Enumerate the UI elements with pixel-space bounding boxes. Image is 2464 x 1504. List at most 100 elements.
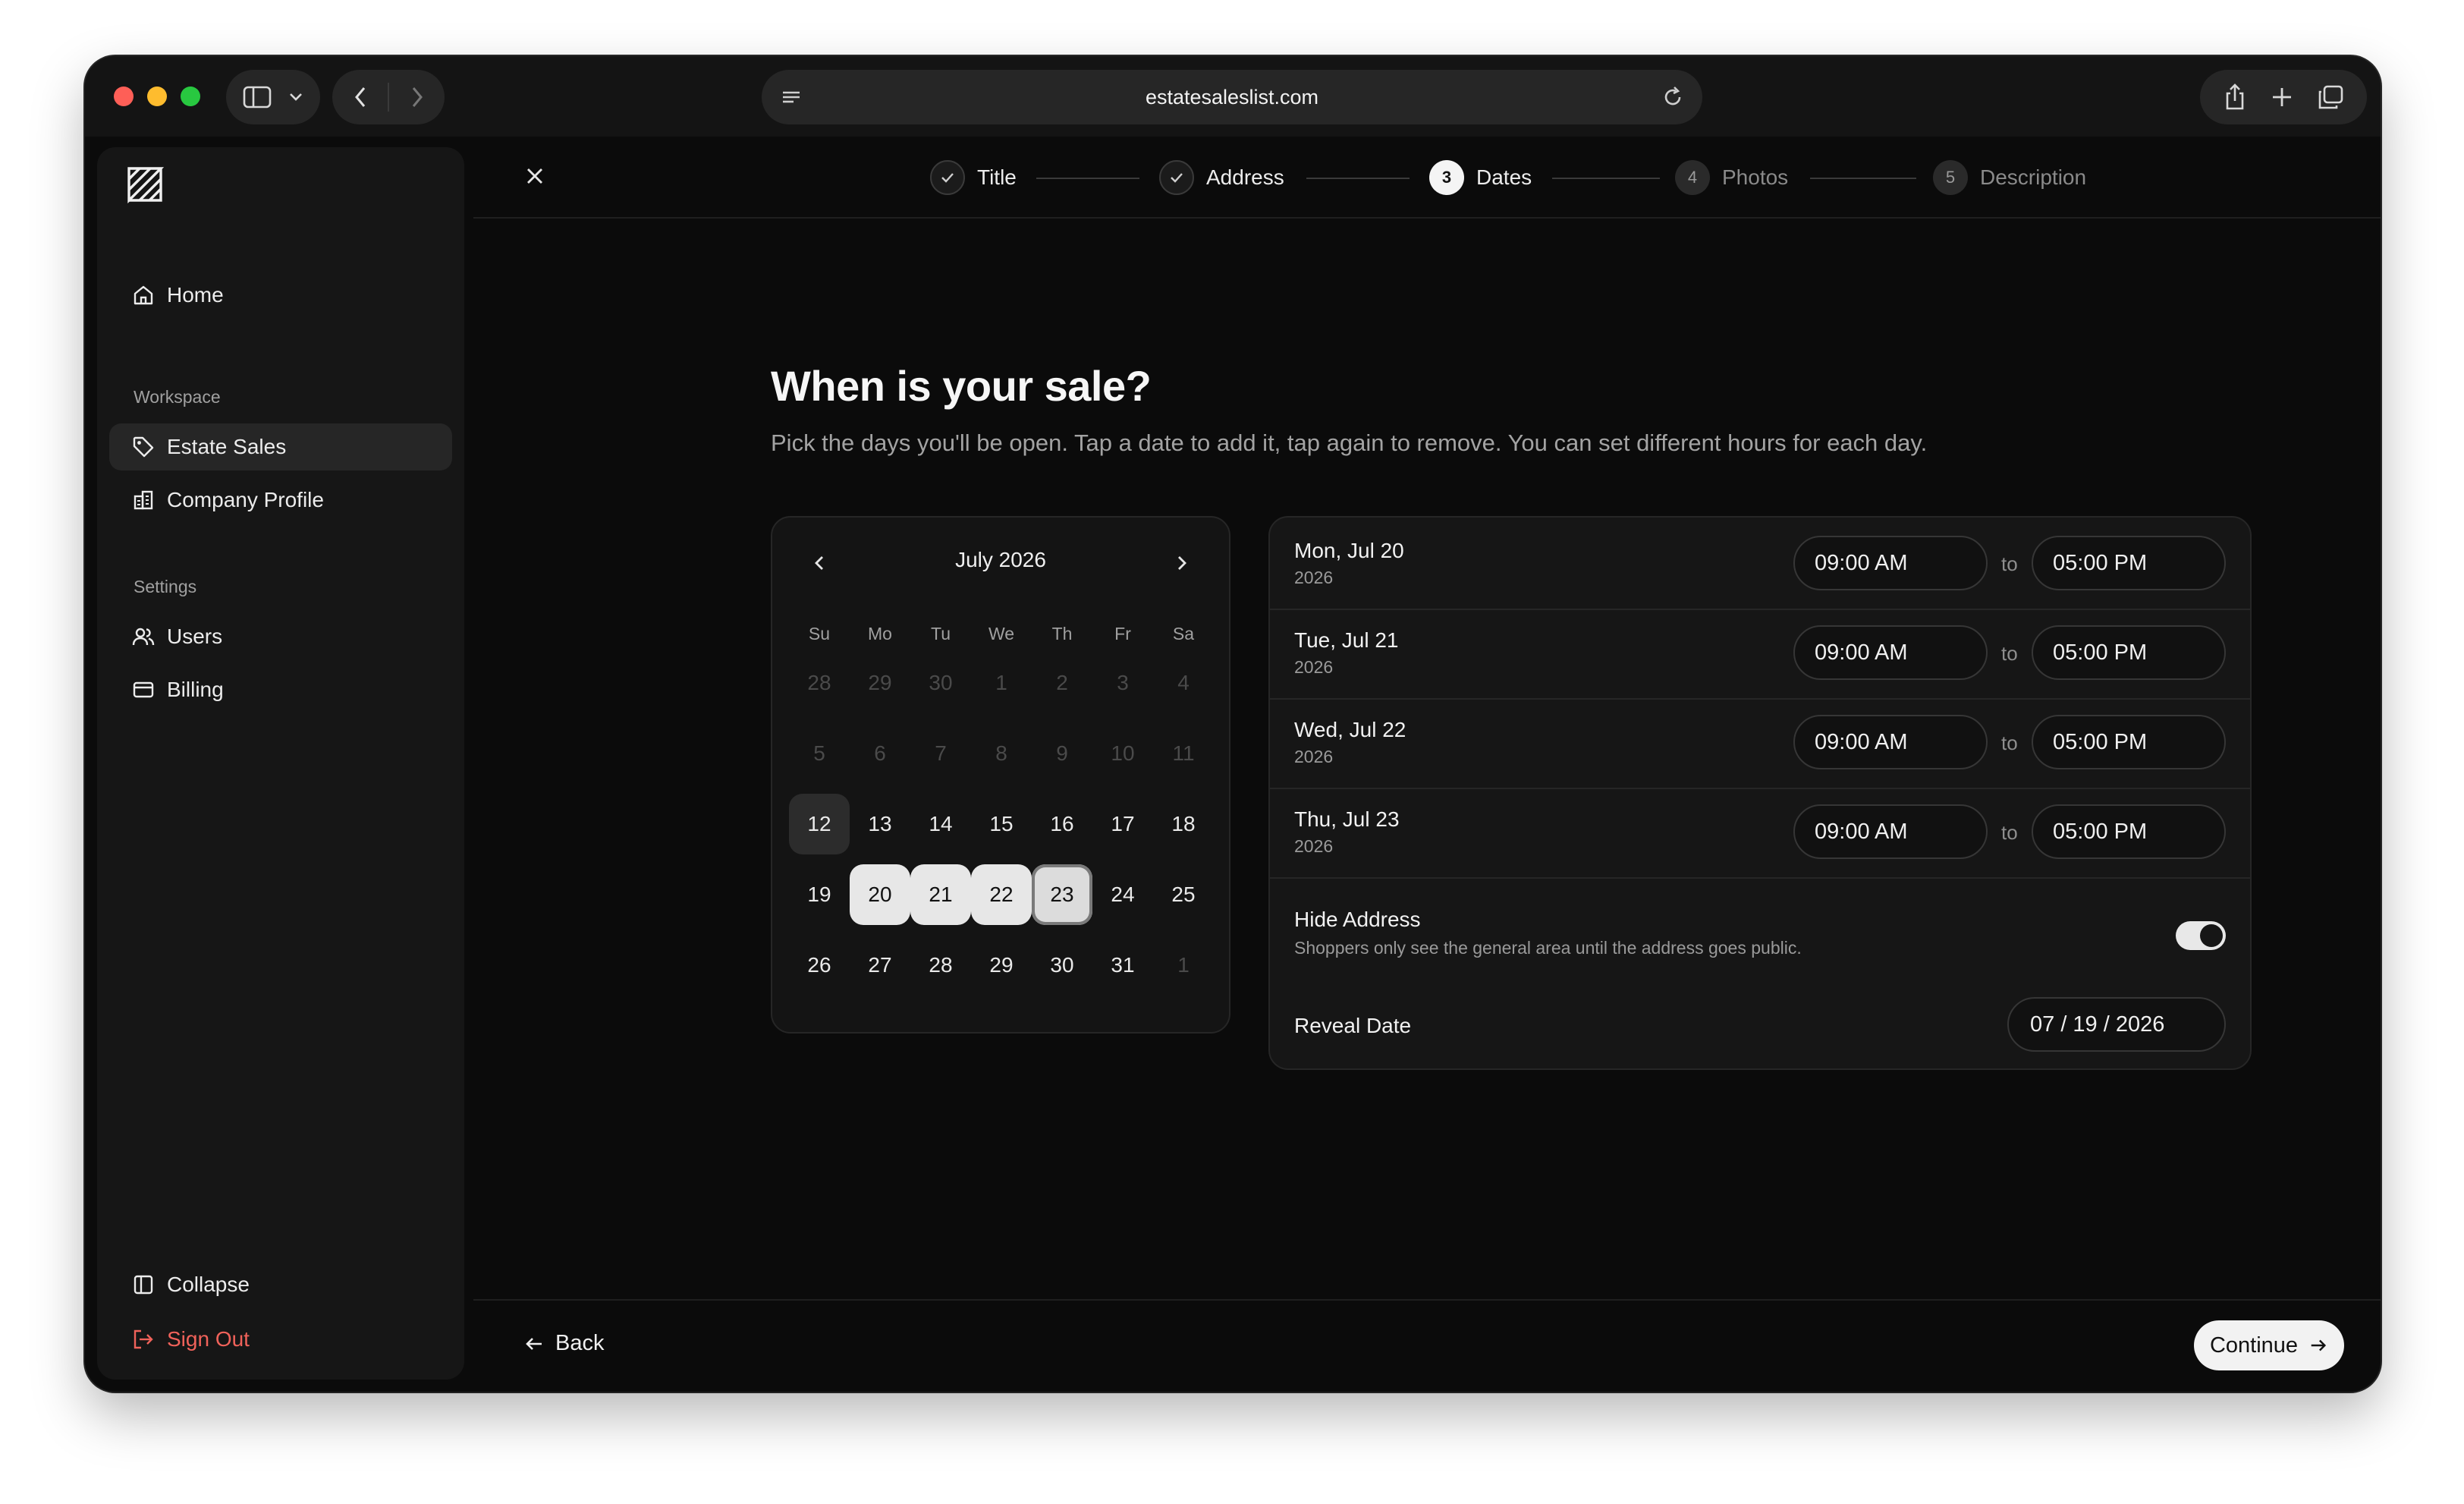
step-dates[interactable]: 3 Dates [1429, 159, 1532, 196]
minimize-window-button[interactable] [147, 87, 167, 106]
back-button[interactable]: Back [523, 1331, 604, 1356]
calendar-day: 28 [807, 671, 831, 694]
step-connector [1552, 178, 1660, 179]
calendar-day[interactable]: 26 [789, 935, 850, 996]
browser-toolbar: estatesaleslist.com [85, 56, 2381, 137]
toggle-knob [2200, 924, 2223, 947]
calendar-day[interactable]: 27 [850, 935, 910, 996]
step-label: Description [1980, 165, 2087, 189]
credit-card-icon [132, 678, 155, 701]
step-title[interactable]: Title [930, 159, 1017, 196]
step-address[interactable]: Address [1159, 159, 1284, 196]
calendar-day[interactable]: 12 [789, 794, 850, 854]
sidebar-item-label: Users [167, 625, 223, 648]
sidebar-item-company-profile[interactable]: Company Profile [109, 477, 452, 524]
start-time-input[interactable]: 09:00 AM [1793, 625, 1988, 680]
continue-button[interactable]: Continue [2194, 1320, 2344, 1370]
calendar-day[interactable]: 25 [1153, 864, 1214, 925]
sidebar-item-users[interactable]: Users [109, 613, 452, 660]
forward-arrow-icon[interactable] [410, 85, 425, 109]
collapse-sidebar-button[interactable]: Collapse [109, 1261, 452, 1308]
hide-address-title: Hide Address [1294, 908, 1421, 931]
to-label: to [2001, 821, 2018, 844]
arrow-left-icon [523, 1333, 545, 1355]
close-window-button[interactable] [114, 87, 134, 106]
browser-actions [2200, 70, 2367, 124]
calendar-day[interactable]: 29 [971, 935, 1032, 996]
calendar-day[interactable]: 21 [910, 864, 971, 925]
to-label: to [2001, 732, 2018, 754]
step-label: Photos [1722, 165, 1789, 189]
calendar-day[interactable]: 16 [1032, 794, 1092, 854]
calendar-day[interactable]: 13 [850, 794, 910, 854]
calendar-day[interactable]: 15 [971, 794, 1032, 854]
sale-day-row: Mon, Jul 20 2026 09:00 AM to 05:00 PM [1270, 518, 2250, 610]
calendar-day: 4 [1177, 671, 1190, 694]
end-time-input[interactable]: 05:00 PM [2032, 804, 2226, 859]
start-time-input[interactable]: 09:00 AM [1793, 804, 1988, 859]
calendar-day[interactable]: 19 [789, 864, 850, 925]
sidebar-item-estate-sales[interactable]: Estate Sales [109, 423, 452, 470]
step-number: 4 [1675, 160, 1710, 195]
step-description[interactable]: 5 Description [1933, 159, 2086, 196]
building-icon [132, 489, 155, 511]
calendar-day[interactable]: 30 [1032, 935, 1092, 996]
hide-address-toggle[interactable] [2176, 921, 2226, 950]
calendar-day: 30 [929, 671, 953, 694]
calendar-day[interactable]: 14 [910, 794, 971, 854]
calendar-day[interactable]: 31 [1092, 935, 1153, 996]
share-icon[interactable] [2223, 83, 2247, 112]
step-connector [1306, 178, 1410, 179]
brand-logo-icon[interactable] [126, 165, 164, 203]
sale-day-year: 2026 [1294, 747, 1334, 766]
back-arrow-icon[interactable] [353, 85, 368, 109]
calendar-day[interactable]: 20 [850, 864, 910, 925]
sidebar-item-label: Company Profile [167, 488, 324, 511]
end-time-input[interactable]: 05:00 PM [2032, 715, 2226, 769]
calendar-day[interactable]: 22 [971, 864, 1032, 925]
weekday-label: Mo [868, 624, 892, 643]
calendar-day[interactable]: 17 [1092, 794, 1153, 854]
sign-out-button[interactable]: Sign Out [109, 1316, 452, 1363]
sidebar-item-home[interactable]: Home [109, 272, 452, 319]
close-icon[interactable] [523, 165, 546, 187]
sale-day-date: Tue, Jul 21 [1294, 628, 1399, 652]
calendar-day: 6 [874, 741, 886, 765]
reveal-date-label: Reveal Date [1294, 1014, 1412, 1037]
weekday-label: Th [1051, 624, 1073, 643]
end-time-input[interactable]: 05:00 PM [2032, 625, 2226, 680]
sidebar-toggle-button[interactable] [226, 70, 320, 124]
date-picker-calendar: July 2026 Su Mo Tu We Th Fr Sa 28 29 30 1 2 3 4 5 6 7 8 9 1… [771, 516, 1230, 1034]
hide-address-description: Shoppers only see the general area until… [1294, 938, 1802, 958]
reveal-date-input[interactable]: 07 / 19 / 2026 [2007, 997, 2226, 1052]
address-bar[interactable]: estatesaleslist.com [762, 70, 1702, 124]
sidebar-icon [243, 85, 272, 109]
reader-icon[interactable] [780, 83, 803, 111]
start-time-input[interactable]: 09:00 AM [1793, 715, 1988, 769]
sidebar-item-label: Home [167, 283, 224, 307]
to-label: to [2001, 642, 2018, 665]
new-tab-icon[interactable] [2270, 85, 2294, 109]
calendar-day[interactable]: 18 [1153, 794, 1214, 854]
reload-icon[interactable] [1660, 83, 1686, 111]
page-title: When is your sale? [771, 362, 1152, 410]
step-photos[interactable]: 4 Photos [1675, 159, 1788, 196]
tab-overview-icon[interactable] [2317, 84, 2344, 110]
calendar-day[interactable]: 28 [910, 935, 971, 996]
chevron-right-icon[interactable] [1174, 554, 1190, 572]
workspace-section-label: Workspace [134, 387, 221, 407]
start-time-input[interactable]: 09:00 AM [1793, 536, 1988, 590]
sale-day-row: Thu, Jul 23 2026 09:00 AM to 05:00 PM [1270, 786, 2250, 879]
end-time-input[interactable]: 05:00 PM [2032, 536, 2226, 590]
sidebar-item-label: Estate Sales [167, 435, 287, 458]
sale-day-year: 2026 [1294, 836, 1334, 856]
arrow-right-icon [2308, 1336, 2328, 1355]
calendar-day[interactable]: 23 [1032, 864, 1092, 925]
sign-out-icon [132, 1328, 155, 1351]
calendar-day[interactable]: 24 [1092, 864, 1153, 925]
weekday-label: Fr [1114, 624, 1131, 643]
sidebar-item-billing[interactable]: Billing [109, 666, 452, 713]
sale-day-date: Thu, Jul 23 [1294, 807, 1400, 831]
zoom-window-button[interactable] [181, 87, 200, 106]
weekday-label: We [988, 624, 1015, 643]
